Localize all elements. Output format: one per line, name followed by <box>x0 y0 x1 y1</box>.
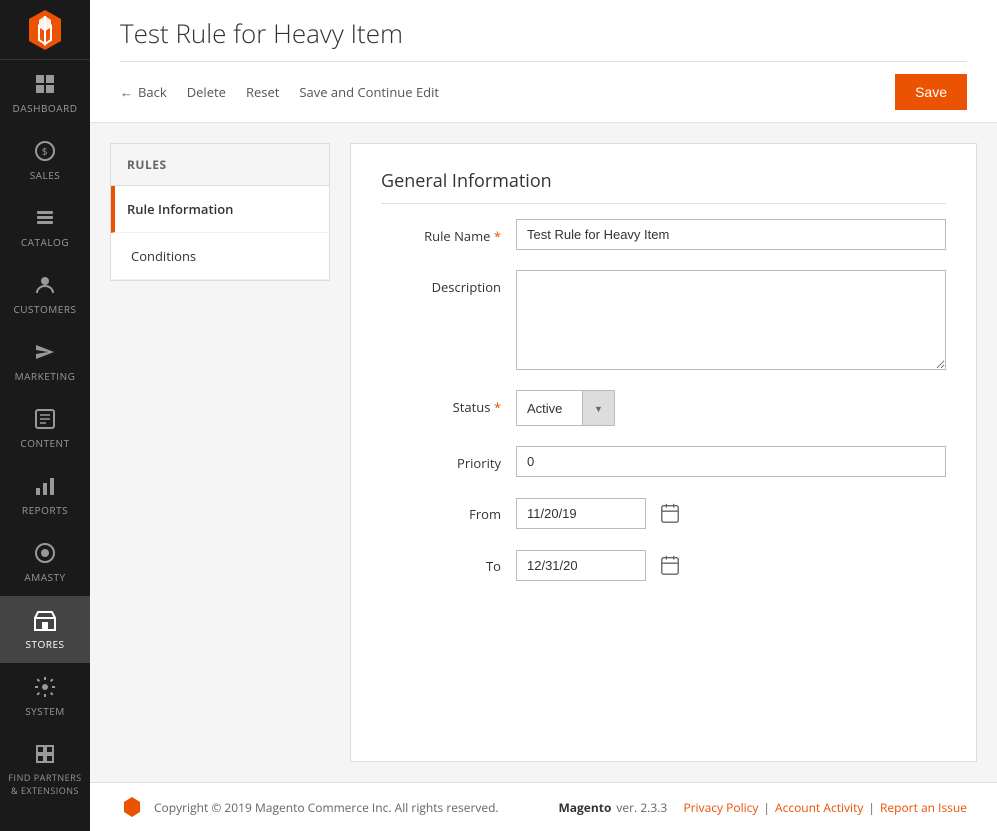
rules-header: RULES <box>111 144 329 186</box>
catalog-icon <box>33 206 57 230</box>
sidebar-item-reports[interactable]: REPORTS <box>0 462 90 529</box>
magento-logo-icon <box>23 8 67 52</box>
select-arrow-icon[interactable] <box>582 391 614 425</box>
footer-brand: Magento <box>558 799 611 816</box>
to-label: To <box>381 549 501 575</box>
reset-button[interactable]: Reset <box>246 83 279 101</box>
sidebar-item-catalog[interactable]: CATALOG <box>0 194 90 261</box>
sidebar-item-sales[interactable]: $ SALES <box>0 127 90 194</box>
status-label: Status <box>381 390 501 416</box>
save-continue-button[interactable]: Save and Continue Edit <box>299 83 439 101</box>
sidebar-label-stores: STORES <box>26 637 65 651</box>
footer-account-activity-link[interactable]: Account Activity <box>775 799 863 816</box>
page-actions: ← Back Delete Reset Save and Continue Ed… <box>120 61 967 122</box>
from-group: From <box>381 497 946 529</box>
sidebar-label-system: SYSTEM <box>25 704 65 718</box>
sidebar: DASHBOARD $ SALES CATALOG CUSTOMERS MARK… <box>0 0 90 831</box>
status-select-wrapper: Active Inactive <box>516 390 615 426</box>
sidebar-item-amasty[interactable]: AMASTY <box>0 529 90 596</box>
sidebar-item-customers[interactable]: CUSTOMERS <box>0 261 90 328</box>
footer-left: Copyright © 2019 Magento Commerce Inc. A… <box>120 795 499 819</box>
to-group: To <box>381 549 946 581</box>
save-button[interactable]: Save <box>895 74 967 110</box>
stores-icon <box>33 608 57 632</box>
priority-label: Priority <box>381 446 501 472</box>
sidebar-logo <box>0 0 90 60</box>
left-panel: RULES Rule Information Conditions <box>110 143 330 762</box>
main-content: Test Rule for Heavy Item ← Back Delete R… <box>90 0 997 831</box>
marketing-icon <box>33 340 57 364</box>
from-calendar-button[interactable] <box>654 497 686 529</box>
to-date-input[interactable] <box>516 550 646 581</box>
sales-icon: $ <box>33 139 57 163</box>
rule-name-label: Rule Name <box>381 219 501 245</box>
sidebar-label-amasty: AMASTY <box>24 570 65 584</box>
calendar-icon <box>659 554 681 576</box>
sidebar-label-reports: REPORTS <box>22 503 68 517</box>
from-date-wrapper <box>516 497 686 529</box>
sidebar-item-content[interactable]: CONTENT <box>0 395 90 462</box>
from-label: From <box>381 497 501 523</box>
amasty-icon <box>33 541 57 565</box>
from-date-input[interactable] <box>516 498 646 529</box>
description-input[interactable] <box>516 270 946 370</box>
customers-icon <box>33 273 57 297</box>
dashboard-icon <box>33 72 57 96</box>
content-area: RULES Rule Information Conditions Genera… <box>90 123 997 782</box>
footer-privacy-link[interactable]: Privacy Policy <box>683 799 758 816</box>
page-title: Test Rule for Heavy Item <box>120 15 967 51</box>
content-icon <box>33 407 57 431</box>
priority-group: Priority <box>381 446 946 477</box>
reports-icon <box>33 474 57 498</box>
status-select[interactable]: Active Inactive <box>517 394 582 423</box>
nav-item-conditions[interactable]: Conditions <box>111 233 329 280</box>
delete-button[interactable]: Delete <box>187 83 226 101</box>
sidebar-label-content: CONTENT <box>20 436 69 450</box>
sidebar-item-marketing[interactable]: MARKETING <box>0 328 90 395</box>
sidebar-label-marketing: MARKETING <box>15 369 76 383</box>
system-icon <box>33 675 57 699</box>
to-date-wrapper <box>516 549 686 581</box>
form-panel: General Information Rule Name Descriptio… <box>350 143 977 762</box>
sidebar-label-dashboard: DASHBOARD <box>13 101 78 115</box>
sidebar-label-customers: CUSTOMERS <box>13 302 76 316</box>
section-title: General Information <box>381 169 946 204</box>
calendar-icon <box>659 502 681 524</box>
rule-name-input[interactable] <box>516 219 946 250</box>
svg-text:$: $ <box>42 144 48 158</box>
footer-right: Magento ver. 2.3.3 Privacy Policy | Acco… <box>558 799 967 816</box>
footer-version: ver. 2.3.3 <box>616 799 667 816</box>
extensions-icon <box>33 742 57 766</box>
footer: Copyright © 2019 Magento Commerce Inc. A… <box>90 782 997 831</box>
rule-name-group: Rule Name <box>381 219 946 250</box>
sidebar-item-stores[interactable]: STORES <box>0 596 90 663</box>
sidebar-label-sales: SALES <box>30 168 61 182</box>
sidebar-item-dashboard[interactable]: DASHBOARD <box>0 60 90 127</box>
status-group: Status Active Inactive <box>381 390 946 426</box>
sidebar-label-find-partners: FIND PARTNERS & EXTENSIONS <box>5 771 85 797</box>
footer-copyright: Copyright © 2019 Magento Commerce Inc. A… <box>154 799 499 816</box>
description-label: Description <box>381 270 501 296</box>
sidebar-label-catalog: CATALOG <box>21 235 69 249</box>
description-group: Description <box>381 270 946 370</box>
to-calendar-button[interactable] <box>654 549 686 581</box>
footer-logo-icon <box>120 795 144 819</box>
footer-report-issue-link[interactable]: Report an Issue <box>880 799 967 816</box>
page-header: Test Rule for Heavy Item ← Back Delete R… <box>90 0 997 123</box>
back-button[interactable]: ← Back <box>120 83 167 101</box>
priority-input[interactable] <box>516 446 946 477</box>
sidebar-item-find-partners[interactable]: FIND PARTNERS & EXTENSIONS <box>0 730 90 809</box>
rules-panel: RULES Rule Information Conditions <box>110 143 330 281</box>
back-arrow-icon: ← <box>120 83 133 101</box>
sidebar-item-system[interactable]: SYSTEM <box>0 663 90 730</box>
nav-item-rule-information[interactable]: Rule Information <box>111 186 329 233</box>
